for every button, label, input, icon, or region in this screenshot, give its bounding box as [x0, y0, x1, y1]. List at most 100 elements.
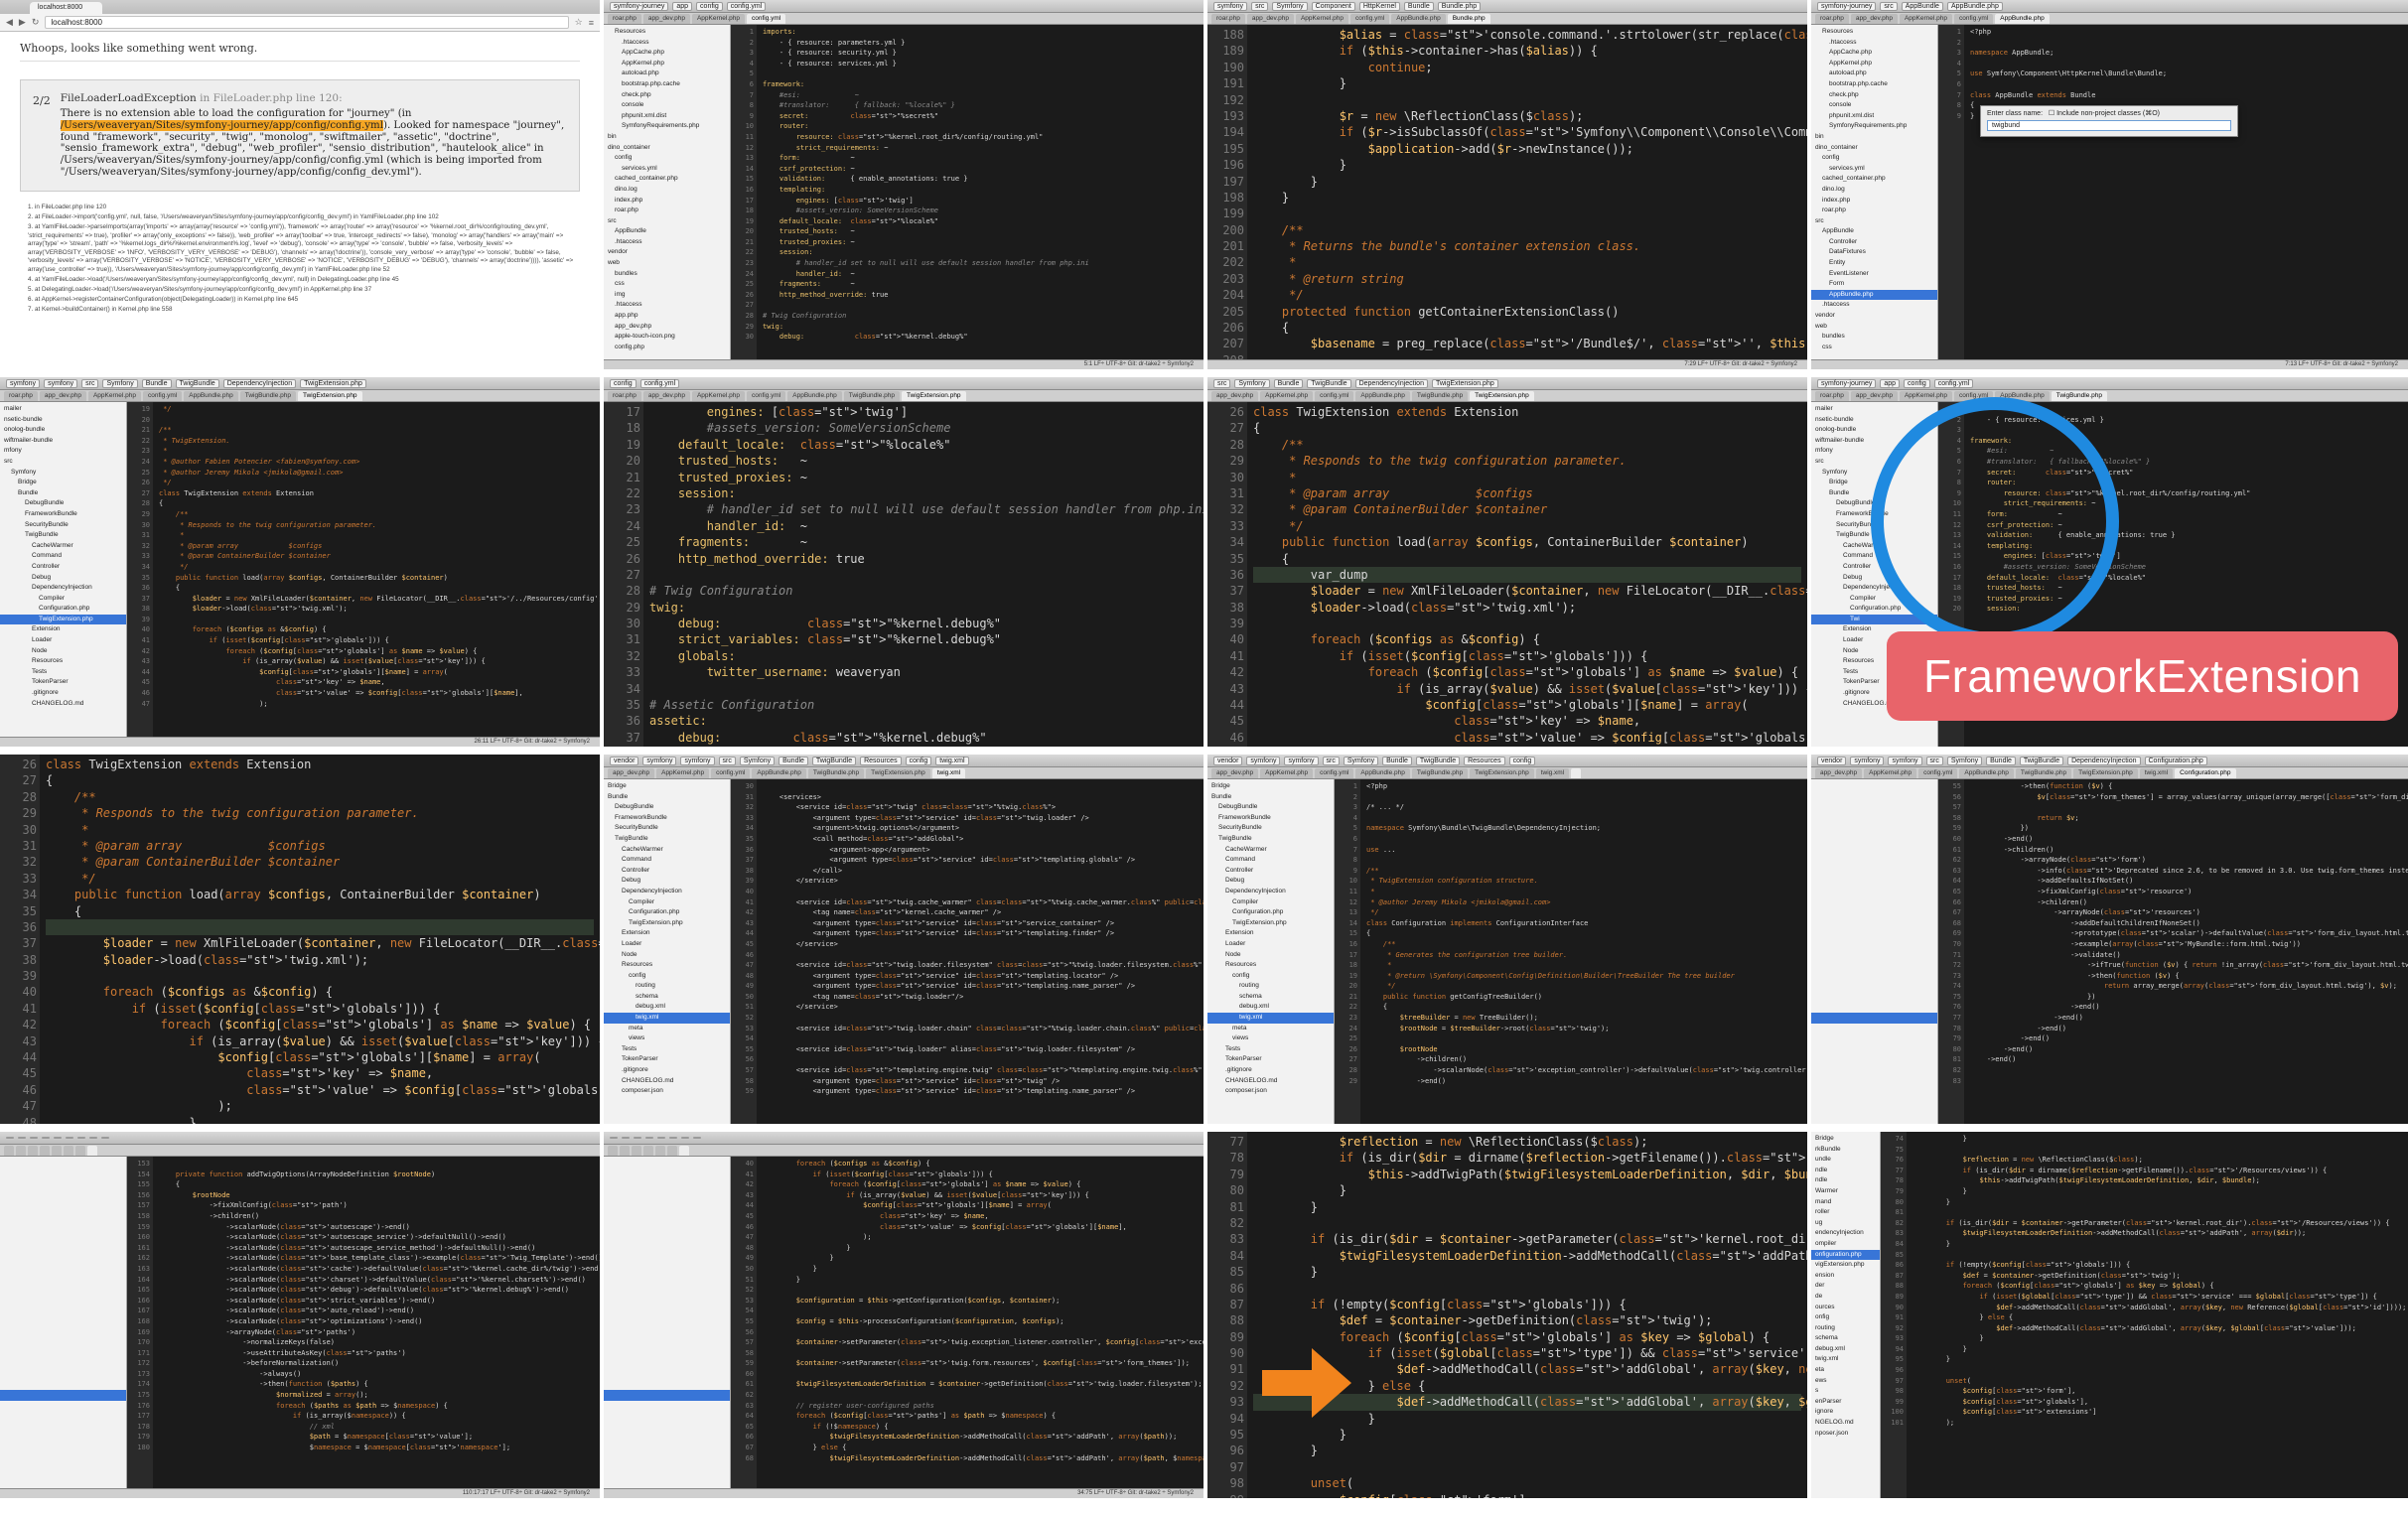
tree-item[interactable]: .htaccess: [604, 300, 730, 311]
tree-item[interactable]: AppKernel.php: [1811, 59, 1937, 69]
star-icon[interactable]: ☆: [575, 17, 583, 28]
tree-item[interactable]: debug.xml: [1207, 1002, 1334, 1013]
breadcrumb-item[interactable]: [645, 1137, 653, 1139]
tree-item[interactable]: CacheWarmer: [0, 541, 126, 552]
tree-item[interactable]: AppBundle: [604, 226, 730, 237]
editor-tab[interactable]: AppKernel.php: [1899, 14, 1952, 24]
breadcrumb-item[interactable]: Resources: [860, 756, 902, 765]
breadcrumb-item[interactable]: Bundle: [779, 756, 808, 765]
tree-item[interactable]: AppCache.php: [604, 48, 730, 59]
tree-item[interactable]: onfiguration.php: [1811, 1249, 1880, 1261]
tree-item[interactable]: twig.xml: [604, 1013, 730, 1024]
tree-item[interactable]: Debug: [1207, 876, 1334, 887]
breadcrumb-item[interactable]: symfony-journey: [1817, 1, 1877, 11]
tree-item[interactable]: SymfonyRequirements.php: [1811, 121, 1937, 132]
breadcrumb-item[interactable]: symfony: [1213, 1, 1248, 11]
tree-item[interactable]: [1811, 1086, 1937, 1097]
editor-tab[interactable]: TwigBundle.php: [2015, 768, 2072, 778]
tree-item[interactable]: TwigBundle: [604, 834, 730, 845]
tree-item[interactable]: twig.xml: [1207, 1013, 1334, 1024]
tree-item[interactable]: [1811, 887, 1937, 897]
tree-item[interactable]: Command: [604, 855, 730, 866]
back-icon[interactable]: ◀: [6, 17, 13, 28]
tree-item[interactable]: Resources: [1811, 27, 1937, 38]
tree-item[interactable]: mfony: [0, 446, 126, 457]
tree-item[interactable]: .gitignore: [0, 688, 126, 699]
tree-item[interactable]: Compiler: [0, 594, 126, 605]
tree-item[interactable]: composer.json: [604, 1086, 730, 1097]
tree-item[interactable]: [604, 1200, 730, 1211]
editor-tab[interactable]: roar.php: [1211, 14, 1245, 24]
tree-item[interactable]: [0, 1306, 126, 1316]
forward-icon[interactable]: ▶: [19, 17, 26, 28]
tree-item[interactable]: Bundle: [0, 488, 126, 499]
tree-item[interactable]: [0, 1296, 126, 1307]
tree-item[interactable]: Node: [0, 646, 126, 657]
tree-item[interactable]: [1811, 918, 1937, 929]
editor-tab[interactable]: app_dev.php: [642, 14, 690, 24]
reload-icon[interactable]: ↻: [32, 17, 40, 28]
breadcrumb-item[interactable]: config: [696, 1, 723, 11]
trace-line[interactable]: 3. at YamlFileLoader->parseImports(array…: [28, 223, 580, 275]
trace-line[interactable]: 5. at DelegatingLoader->load('/Users/wea…: [28, 286, 580, 295]
tree-item[interactable]: [604, 1432, 730, 1443]
editor-tab[interactable]: [679, 1146, 689, 1156]
editor-tab[interactable]: TwigBundle.php: [2051, 391, 2107, 401]
tree-item[interactable]: bootstrap.php.cache: [604, 79, 730, 90]
trace-line[interactable]: 4. at YamlFileLoader->load('/Users/weave…: [28, 276, 580, 285]
breadcrumb-item[interactable]: config: [1508, 756, 1536, 765]
tree-item[interactable]: [604, 1159, 730, 1170]
tree-item[interactable]: dino.log: [604, 185, 730, 196]
tree-item[interactable]: AppKernel.php: [604, 59, 730, 69]
tree-item[interactable]: .htaccess: [1811, 300, 1937, 311]
tree-item[interactable]: .gitignore: [604, 1065, 730, 1076]
tree-item[interactable]: Bridge: [1207, 781, 1334, 792]
tree-item[interactable]: SecurityBundle: [604, 823, 730, 834]
tree-item[interactable]: Tests: [1207, 1044, 1334, 1055]
tree-item[interactable]: web: [604, 258, 730, 269]
class-search-popup[interactable]: Enter class name: ☐ Include non-project …: [1980, 105, 2238, 137]
tree-item[interactable]: [1811, 876, 1937, 887]
tree-item[interactable]: Warmer: [1811, 1186, 1880, 1197]
editor-tab[interactable]: config.yml: [1315, 391, 1354, 401]
breadcrumb-item[interactable]: Component: [1311, 1, 1355, 11]
tree-item[interactable]: nposer.json: [1811, 1429, 1880, 1440]
tree-item[interactable]: [1811, 897, 1937, 908]
tree-item[interactable]: [0, 1200, 126, 1211]
tree-item[interactable]: [0, 1285, 126, 1296]
breadcrumb-item[interactable]: [610, 1137, 618, 1139]
tree-item[interactable]: bootstrap.php.cache: [1811, 79, 1937, 90]
breadcrumb-item[interactable]: app: [1880, 378, 1901, 388]
tree-item[interactable]: [0, 1159, 126, 1170]
breadcrumb-item[interactable]: TwigBundle: [175, 378, 219, 388]
tree-item[interactable]: FrameworkBundle: [0, 509, 126, 520]
tree-item[interactable]: [0, 1170, 126, 1180]
tree-item[interactable]: meta: [1207, 1024, 1334, 1034]
tree-item[interactable]: [604, 1264, 730, 1275]
editor-tab[interactable]: [4, 1146, 14, 1156]
editor-tab[interactable]: roar.php: [4, 391, 38, 401]
breadcrumb-item[interactable]: Symfony: [1234, 378, 1270, 388]
editor-tab[interactable]: AppBundle.php: [1959, 768, 2014, 778]
editor-tab[interactable]: config.yml: [1315, 768, 1354, 778]
breadcrumb-item[interactable]: vendor: [610, 756, 639, 765]
tree-item[interactable]: [1811, 802, 1937, 813]
editor-tab[interactable]: TwigExtension.php: [2073, 768, 2138, 778]
tree-item[interactable]: Compiler: [604, 897, 730, 908]
tree-item[interactable]: Symfony: [0, 468, 126, 479]
tree-item[interactable]: css: [1811, 343, 1937, 353]
tree-item[interactable]: Bridge: [0, 478, 126, 488]
editor-tab[interactable]: AppKernel.php: [1260, 768, 1314, 778]
tree-item[interactable]: [604, 1422, 730, 1433]
code-editor[interactable]: <?php /* ... */ namespace Symfony\Bundle\T…: [1360, 779, 1807, 1124]
tree-item[interactable]: src: [604, 216, 730, 227]
tree-item[interactable]: wiftmailer-bundle: [0, 436, 126, 447]
breadcrumb-item[interactable]: src: [81, 378, 99, 388]
editor-tab[interactable]: AppKernel.php: [1864, 768, 1917, 778]
tree-item[interactable]: views: [604, 1033, 730, 1044]
tree-item[interactable]: ension: [1811, 1271, 1880, 1282]
tree-item[interactable]: config: [604, 971, 730, 982]
editor-tab[interactable]: twig.xml: [1535, 768, 1570, 778]
editor-tab[interactable]: [632, 1146, 641, 1156]
tree-item[interactable]: nsetic-bundle: [0, 415, 126, 426]
